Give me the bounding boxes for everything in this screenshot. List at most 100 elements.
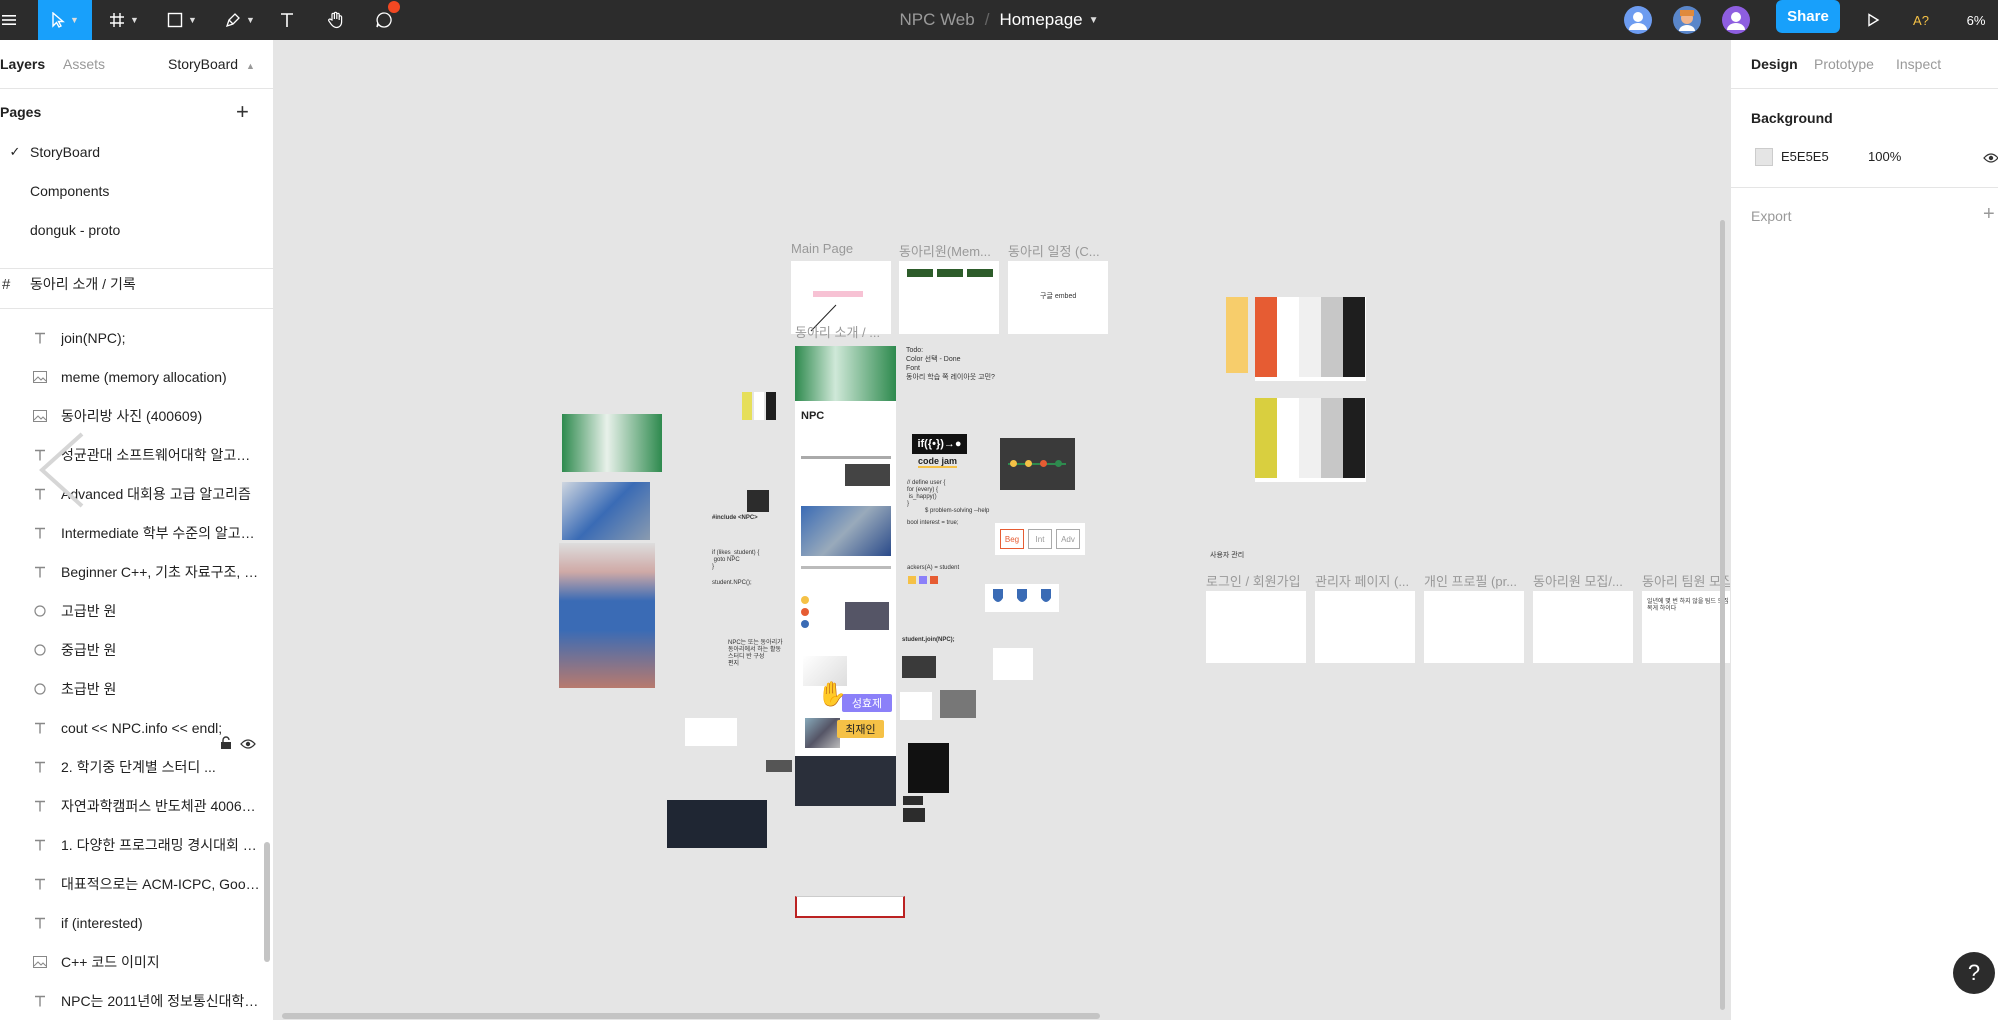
page-item-components[interactable]: Components (0, 171, 273, 210)
palette-board[interactable] (1255, 297, 1366, 381)
layer-item[interactable]: 대표적으로는 ACM-ICPC, Googl... (0, 864, 264, 903)
name-tag[interactable]: 최재인 (837, 720, 884, 738)
hand-tool-button[interactable] (322, 0, 350, 40)
add-export-icon[interactable]: + (1983, 203, 1995, 226)
if-logo[interactable]: if({•})→● (912, 434, 967, 454)
frame-admin[interactable] (1315, 591, 1415, 663)
layer-item[interactable]: meme (memory allocation) (0, 357, 264, 396)
chevron-down-icon[interactable]: ▼ (1089, 15, 1099, 26)
frame-label-login[interactable]: 로그인 / 회원가입 (1206, 571, 1301, 590)
main-menu-button[interactable] (0, 0, 18, 40)
layer-item[interactable]: Intermediate 학부 수준의 알고리즘 (0, 513, 264, 552)
avatar[interactable] (1624, 6, 1652, 34)
page-item-donguk-proto[interactable]: donguk - proto (0, 210, 273, 249)
pen-tool-button[interactable]: ▼ (216, 0, 264, 40)
frame-schedule[interactable]: 구글 embed (1008, 261, 1108, 334)
layers-scrollbar[interactable] (264, 842, 270, 962)
tab-layers[interactable]: Layers (0, 56, 45, 72)
background-color-swatch[interactable] (1755, 148, 1773, 166)
clubroom-photo[interactable] (562, 414, 662, 472)
page-title[interactable]: Homepage (999, 10, 1082, 30)
include-text[interactable]: #include <NPC> (712, 515, 758, 522)
frame-login[interactable] (1206, 591, 1306, 663)
layer-label: NPC는 2011년에 정보통신대학 소... (61, 992, 261, 1009)
background-hex-input[interactable]: E5E5E5 (1781, 149, 1829, 164)
frame-label-schedule[interactable]: 동아리 일정 (C... (1008, 241, 1100, 260)
frame-label-recruit[interactable]: 동아리원 모집/... (1533, 571, 1623, 590)
chevron-left-icon[interactable] (36, 430, 86, 513)
tab-prototype[interactable]: Prototype (1814, 56, 1874, 72)
frame-label-user-admin[interactable]: 사용자 관리 (1210, 552, 1244, 559)
layer-item[interactable]: 1. 다양한 프로그래밍 경시대회 참가 (0, 825, 264, 864)
frame-label-team-recruit[interactable]: 동아리 팀원 모집 (1642, 571, 1730, 590)
shape-tool-button[interactable]: ▼ (158, 0, 206, 40)
design-canvas[interactable]: Main Page 동아리원(Mem... 동아리 일정 (C... 구글 em… (275, 40, 1730, 1020)
layer-item[interactable]: 고급반 원 (0, 591, 264, 630)
user-icon (1629, 12, 1647, 30)
layer-item[interactable]: C++ 코드 이미지 (0, 942, 264, 981)
frame-label-members[interactable]: 동아리원(Mem... (899, 241, 991, 260)
text-icon (33, 995, 47, 1007)
zoom-level[interactable]: 6% (1956, 0, 1996, 40)
layer-item[interactable]: Beginner C++, 기초 자료구조, 알... (0, 552, 264, 591)
tab-assets[interactable]: Assets (63, 56, 105, 72)
text-icon (33, 566, 47, 578)
tab-design[interactable]: Design (1751, 56, 1798, 72)
cpp-code-image[interactable] (667, 800, 767, 848)
todo-note[interactable]: Todo: Color 선택 - Done Font 동아리 학습 쪽 레이아웃… (906, 346, 995, 382)
share-button[interactable]: Share (1776, 0, 1840, 33)
move-tool-button[interactable]: ▼ (38, 0, 92, 40)
frame-label-profile[interactable]: 개인 프로필 (pr... (1424, 571, 1517, 590)
current-page-selector[interactable]: StoryBoard ▲ (168, 56, 255, 72)
frame-layer-header[interactable]: # 동아리 소개 / 기록 (0, 268, 273, 300)
layer-item[interactable]: 자연과학캠퍼스 반도체관 400609호 (0, 786, 264, 825)
avatar[interactable] (1673, 6, 1701, 34)
layer-item[interactable]: 초급반 원 (0, 669, 264, 708)
level-beginner-button[interactable]: Beg (1000, 529, 1024, 549)
text-icon (281, 13, 293, 27)
skill-level-card[interactable] (1000, 438, 1075, 490)
add-page-icon[interactable]: + (236, 99, 249, 125)
help-button[interactable]: ? (1953, 952, 1995, 994)
code-jam-label[interactable]: code jam (918, 456, 958, 468)
frame-recruit[interactable] (1533, 591, 1633, 663)
image-icon (33, 370, 47, 383)
present-button[interactable] (1860, 0, 1886, 40)
text-tool-button[interactable] (274, 0, 300, 40)
frame-tool-button[interactable]: ▼ (100, 0, 148, 40)
frame-members[interactable] (899, 261, 999, 334)
frame-label-admin[interactable]: 관리자 페이지 (... (1315, 571, 1409, 590)
background-opacity-input[interactable]: 100% (1868, 149, 1901, 164)
missing-fonts-button[interactable]: A? (1904, 0, 1938, 40)
frame-label-main-page[interactable]: Main Page (791, 241, 853, 256)
level-advanced-button[interactable]: Adv (1056, 529, 1080, 549)
level-intermediate-button[interactable]: Int (1028, 529, 1052, 549)
layer-item[interactable]: join(NPC); (0, 318, 264, 357)
palette-swatch-yellow[interactable] (1226, 297, 1248, 373)
name-tag[interactable]: 성효제 (842, 694, 892, 712)
frame-label-intro[interactable]: 동아리 소개 / ... (795, 322, 880, 341)
frame-profile[interactable] (1424, 591, 1524, 663)
avatar[interactable] (1722, 6, 1750, 34)
layer-item[interactable]: 중급반 원 (0, 630, 264, 669)
layer-label: 고급반 원 (61, 602, 117, 619)
team-photo[interactable] (559, 543, 655, 688)
study-photo[interactable] (562, 482, 650, 540)
tab-inspect[interactable]: Inspect (1896, 56, 1941, 72)
layer-item[interactable]: if (interested) (0, 903, 264, 942)
frame-layer-label: 동아리 소개 / 기록 (30, 276, 136, 292)
project-name[interactable]: NPC Web (899, 10, 974, 30)
palette-board[interactable] (1255, 398, 1366, 482)
eye-icon[interactable] (240, 737, 256, 749)
frame-team-recruit[interactable]: 일년에 몇 번 하지 않을 팀드 모집 목게 하이다 (1642, 591, 1730, 663)
layer-item[interactable]: 2. 학기중 단계별 스터디 ... (0, 747, 264, 786)
canvas-horizontal-scrollbar[interactable] (282, 1013, 1100, 1019)
canvas-vertical-scrollbar[interactable] (1720, 220, 1725, 1010)
lock-icon[interactable] (219, 736, 233, 750)
layer-item[interactable]: NPC는 2011년에 정보통신대학 소... (0, 981, 264, 1020)
clubroom-photo (795, 346, 896, 401)
student-join-text[interactable]: student.join(NPC); (902, 637, 955, 644)
eye-icon[interactable] (1983, 151, 1998, 167)
page-item-storyboard[interactable]: ✓ StoryBoard (0, 132, 273, 171)
footer-frame[interactable] (795, 896, 905, 918)
